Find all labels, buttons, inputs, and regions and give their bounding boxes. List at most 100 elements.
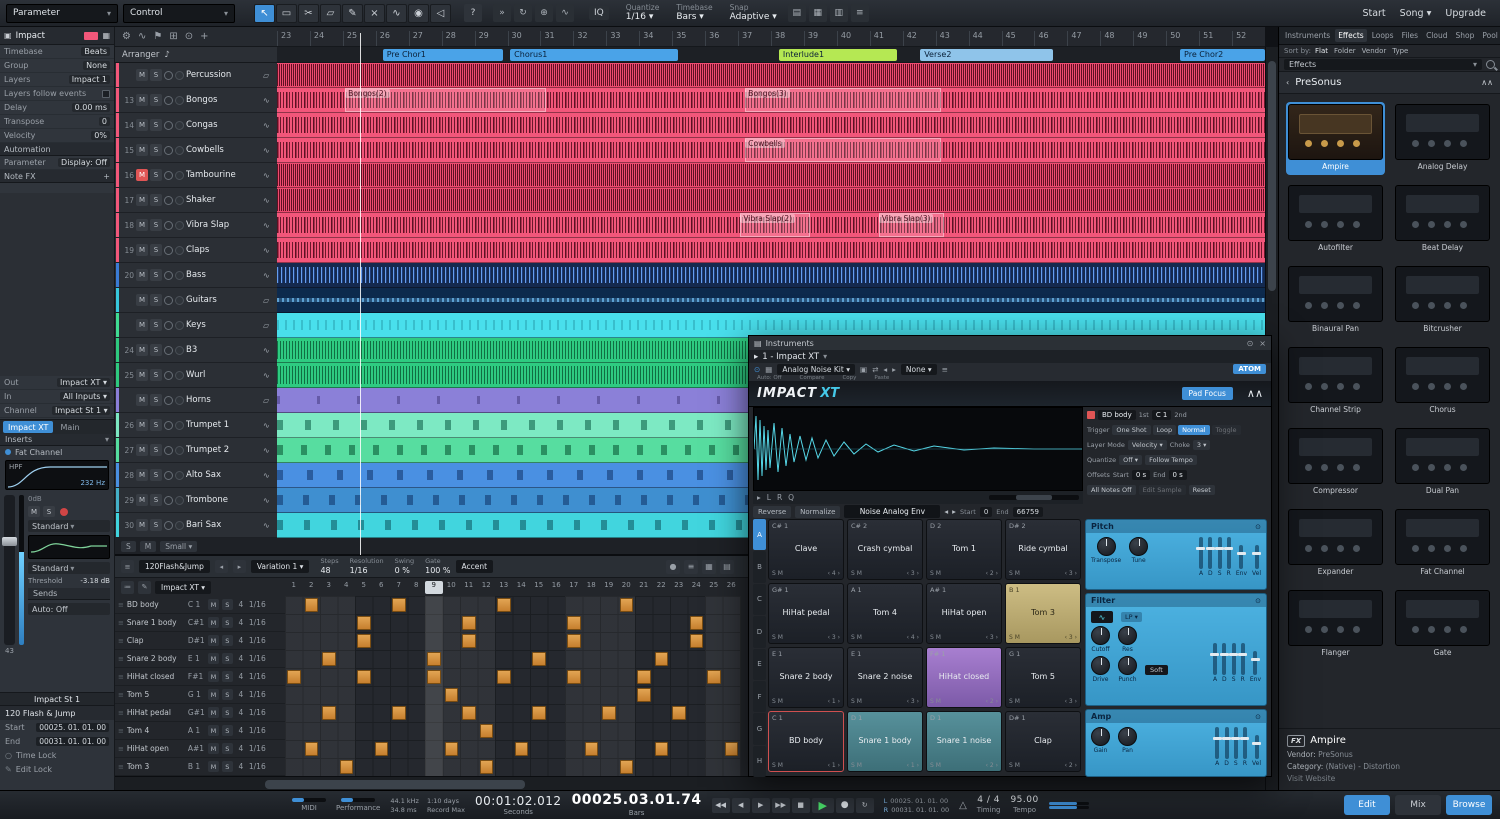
track-header-trumpet-1[interactable]: 26MSTrumpet 1∿	[115, 413, 277, 438]
browser-tab-effects[interactable]: Effects	[1335, 29, 1367, 42]
plugin-tile-beat-delay[interactable]: Beat Delay	[1393, 183, 1492, 256]
pad-layer-stepper[interactable]: ‹ 3 ›	[986, 634, 998, 641]
pad-solo-mute[interactable]: S M	[772, 634, 783, 641]
track-header-bongos[interactable]: 13MSBongos∿	[115, 88, 277, 113]
track-monitor-icon[interactable]	[175, 96, 184, 105]
sort-option-type[interactable]: Type	[1392, 47, 1408, 55]
pattern-step[interactable]	[567, 670, 581, 684]
automation-mode-select[interactable]: Auto: Off	[28, 603, 110, 615]
track-record-icon[interactable]	[164, 396, 173, 405]
global-solo-button[interactable]: S	[121, 541, 136, 552]
arrange-lane-percussion[interactable]	[277, 63, 1265, 88]
layer-mode-select[interactable]: Velocity ▾	[1128, 440, 1167, 450]
pattern-step[interactable]	[445, 688, 459, 702]
track-solo-button[interactable]: S	[150, 269, 162, 281]
lane-count[interactable]: 4	[236, 672, 246, 681]
copy-icon[interactable]: ▣	[860, 365, 867, 374]
track-mute-button[interactable]: M	[136, 94, 148, 106]
track-monitor-icon[interactable]	[175, 521, 184, 530]
io-value[interactable]: Impact St 1 ▾	[52, 406, 110, 415]
lane-note[interactable]: F#1	[188, 672, 205, 681]
close-icon[interactable]: ×	[1259, 339, 1266, 348]
add-track-icon[interactable]: +	[200, 31, 208, 42]
lane-mute-button[interactable]: M	[208, 743, 219, 754]
prev-preset-icon[interactable]: ◂	[883, 365, 887, 374]
lane-mute-button[interactable]: M	[208, 761, 219, 772]
track-solo-button[interactable]: S	[150, 319, 162, 331]
slider-track[interactable]	[1255, 545, 1259, 569]
quantize-control[interactable]: Quantize1/16 ▾	[626, 4, 660, 23]
pad-layer-stepper[interactable]: ‹ 1 ›	[907, 762, 919, 769]
global-mute-button[interactable]: M	[140, 541, 156, 552]
pattern-name-field[interactable]: 120Flash&Jump	[139, 560, 210, 573]
pattern-step[interactable]	[462, 706, 476, 720]
track-mute-button[interactable]: M	[136, 469, 148, 481]
track-monitor-icon[interactable]	[175, 246, 184, 255]
loop-right-value[interactable]: 00031. 01. 01. 00	[891, 806, 949, 814]
track-monitor-icon[interactable]	[175, 271, 184, 280]
lane-mute-button[interactable]: M	[208, 671, 219, 682]
pattern-step[interactable]	[305, 598, 319, 612]
track-header-horns[interactable]: MSHorns▱	[115, 388, 277, 413]
lane-count[interactable]: 4	[236, 744, 246, 753]
track-header-trumpet-2[interactable]: 27MSTrumpet 2∿	[115, 438, 277, 463]
lane-count[interactable]: 4	[236, 762, 246, 771]
browser-tab-instruments[interactable]: Instruments	[1282, 29, 1333, 42]
track-header-cowbells[interactable]: 15MSCowbells∿	[115, 138, 277, 163]
env-slider-a[interactable]: A	[1213, 643, 1217, 683]
pattern-step[interactable]	[427, 670, 441, 684]
fat-channel-preset-select[interactable]: Standard▾	[28, 520, 110, 532]
pattern-step[interactable]	[462, 616, 476, 630]
plugin-tile-ampire[interactable]: Ampire	[1286, 102, 1385, 175]
pad-solo-mute[interactable]: S M	[1009, 762, 1020, 769]
track-mute-button[interactable]: M	[136, 244, 148, 256]
scrollbar-thumb[interactable]	[1268, 61, 1276, 291]
arranger-marker-lane[interactable]: Pre Chor1Chorus1Interlude1Verse2Pre Chor…	[277, 47, 1265, 63]
knob-dial[interactable]	[1118, 656, 1137, 675]
follow-tempo-button[interactable]: Follow Tempo	[1145, 455, 1197, 465]
io-value[interactable]: Impact XT ▾	[57, 378, 110, 387]
pin-icon[interactable]: ⊙	[1247, 339, 1254, 348]
env-slider-s[interactable]: S	[1232, 643, 1236, 683]
track-header-vibra-slap[interactable]: 18MSVibra Slap∿	[115, 213, 277, 238]
split-tool[interactable]: ✂	[298, 4, 319, 23]
pattern-step[interactable]	[567, 616, 581, 630]
drag-handle-icon[interactable]: ≡	[118, 601, 124, 609]
visit-website-link[interactable]: Visit Website	[1287, 774, 1492, 783]
drag-handle-icon[interactable]: ≡	[118, 763, 124, 771]
waveform-icon[interactable]: ∿	[138, 31, 146, 42]
pattern-step[interactable]	[707, 670, 721, 684]
track-mute-button[interactable]: M	[136, 369, 148, 381]
drag-handle-icon[interactable]: ≡	[118, 619, 124, 627]
lane-mute-button[interactable]: M	[208, 599, 219, 610]
pattern-step[interactable]	[532, 706, 546, 720]
knob-pan[interactable]: Pan	[1118, 727, 1137, 754]
eraser-tool[interactable]: ▱	[320, 4, 341, 23]
pad-layer-stepper[interactable]: ‹ 2 ›	[986, 762, 998, 769]
arrange-lane-guitars[interactable]	[277, 288, 1265, 313]
pattern-step[interactable]	[602, 706, 616, 720]
plugin-tile-autofilter[interactable]: Autofilter	[1286, 183, 1385, 256]
track-monitor-icon[interactable]	[175, 171, 184, 180]
window-menu-icon[interactable]: ▤	[754, 339, 762, 348]
lane-count[interactable]: 4	[236, 618, 246, 627]
pad-layer-stepper[interactable]: ‹ 1 ›	[828, 762, 840, 769]
track-monitor-icon[interactable]	[175, 221, 184, 230]
pad-layer-stepper[interactable]: ‹ 4 ›	[828, 570, 840, 577]
arrange-lane-bongos[interactable]: Bongos(2)Bongos(3)	[277, 88, 1265, 113]
swap-icon[interactable]: ⇄	[872, 365, 878, 374]
lane-solo-button[interactable]: S	[222, 725, 233, 736]
gate-control[interactable]: Gate100 %	[425, 558, 450, 575]
next-preset-icon[interactable]: ▸	[892, 365, 896, 374]
channel-tab-instrument[interactable]: Impact XT	[3, 421, 53, 433]
knob-dial[interactable]	[1129, 537, 1148, 556]
slider-track[interactable]	[1208, 537, 1212, 569]
impact-pad-hihat-pedal[interactable]: G# 1HiHat pedalS M‹ 3 ›	[768, 583, 844, 644]
offset-start-value[interactable]: 0 s	[1132, 470, 1150, 480]
env-slider-d[interactable]: D	[1224, 727, 1229, 767]
settings-icon[interactable]: ≡	[942, 365, 948, 374]
knob-dial[interactable]	[1097, 537, 1116, 556]
next-variation-icon[interactable]: ▸	[233, 560, 246, 573]
track-record-icon[interactable]	[164, 171, 173, 180]
track-monitor-icon[interactable]	[175, 121, 184, 130]
